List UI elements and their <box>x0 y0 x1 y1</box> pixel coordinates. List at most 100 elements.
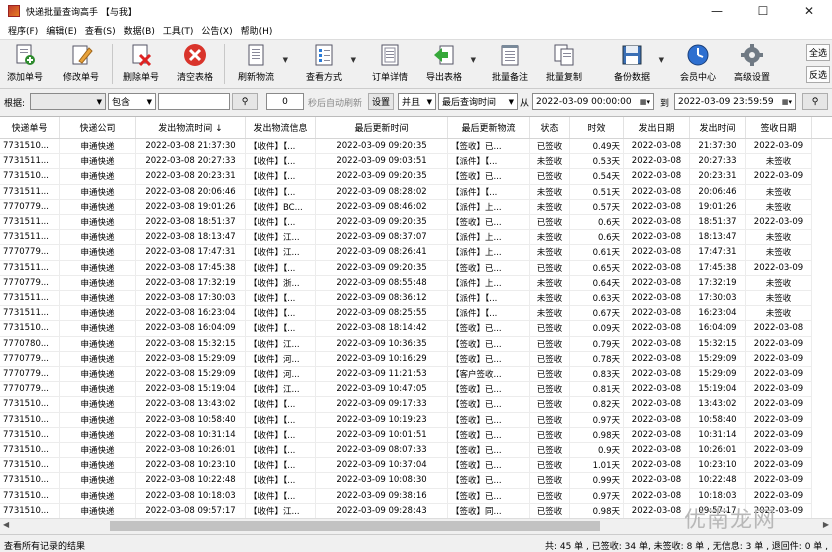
menu-program[interactable]: 程序(F) <box>4 24 42 37</box>
menu-notice[interactable]: 公告(X) <box>197 24 236 37</box>
scroll-right-icon[interactable]: ▶ <box>823 520 829 529</box>
table-row[interactable]: 7770780... 申通快递 2022-03-08 15:32:15 【收件】江..… <box>0 336 832 352</box>
column-header-tracking-number[interactable]: 快递单号 <box>0 117 60 138</box>
delete-number-button[interactable]: 删除单号 <box>120 42 162 86</box>
search-button[interactable]: ⚲ <box>232 93 258 110</box>
export-table-button[interactable]: 导出表格 ▼ <box>422 42 476 86</box>
menu-view[interactable]: 查看(S) <box>81 24 120 37</box>
column-header-status[interactable]: 状态 <box>530 117 570 138</box>
table-row[interactable]: 7731511... 申通快递 2022-03-08 20:27:33 【收件】【..… <box>0 154 832 170</box>
cell-duration: 0.49天 <box>570 139 624 155</box>
table-row[interactable]: 7731510... 申通快递 2022-03-08 13:43:02 【收件】【..… <box>0 397 832 413</box>
logic-select[interactable]: 并且 ▼ <box>398 93 436 110</box>
chevron-down-icon[interactable]: ▼ <box>659 56 664 64</box>
clear-table-label: 清空表格 <box>176 73 213 83</box>
maximize-button[interactable]: ☐ <box>740 0 786 22</box>
edit-number-button[interactable]: 修改单号 <box>60 42 102 86</box>
cell-courier: 申通快递 <box>60 336 136 352</box>
notepad-icon <box>497 42 523 68</box>
table-row[interactable]: 7731510... 申通快递 2022-03-08 10:58:40 【收件】【..… <box>0 412 832 428</box>
cell-sign-date: 2022-03-09 <box>746 260 812 276</box>
cell-duration: 0.97天 <box>570 412 624 428</box>
column-header-duration[interactable]: 时效 <box>570 117 624 138</box>
add-number-button[interactable]: 添加单号 <box>4 42 46 86</box>
export-table-label: 导出表格 <box>425 73 462 83</box>
cell-courier: 申通快递 <box>60 245 136 261</box>
backup-data-button[interactable]: 备份数据 ▼ <box>610 42 664 86</box>
date-search-button[interactable]: ⚲ <box>802 93 828 110</box>
delete-document-icon <box>128 42 154 68</box>
table-row[interactable]: 7770779... 申通快递 2022-03-08 15:19:04 【收件】江..… <box>0 382 832 398</box>
chevron-down-icon[interactable]: ▼ <box>351 56 356 64</box>
menu-tools[interactable]: 工具(T) <box>159 24 198 37</box>
column-header-last-update-info[interactable]: 最后更新物流 <box>448 117 530 138</box>
cell-ship-time: 2022-03-08 17:30:03 <box>136 291 246 307</box>
scrollbar-thumb[interactable] <box>110 521 600 531</box>
cell-tracking-number: 7770779... <box>0 245 60 261</box>
cell-sign-date: 2022-03-09 <box>746 458 812 474</box>
table-row[interactable]: 7731510... 申通快递 2022-03-08 10:22:48 【收件】【..… <box>0 473 832 489</box>
cell-ship-info: 【收件】浙... <box>246 275 316 291</box>
close-button[interactable]: ✕ <box>786 0 832 22</box>
match-mode-select[interactable]: 包含 ▼ <box>108 93 156 110</box>
refresh-interval-value: 0 <box>282 96 288 107</box>
table-row[interactable]: 7770779... 申通快递 2022-03-08 15:29:09 【收件】河..… <box>0 367 832 383</box>
filter-field-select[interactable]: ▼ <box>30 93 106 110</box>
column-header-courier[interactable]: 快递公司 <box>60 117 136 138</box>
batch-remark-label: 批量备注 <box>491 73 528 83</box>
table-row[interactable]: 7731511... 申通快递 2022-03-08 17:45:38 【收件】【..… <box>0 260 832 276</box>
table-row[interactable]: 7770779... 申通快递 2022-03-08 17:47:31 【收件】江..… <box>0 245 832 261</box>
column-header-sign-date[interactable]: 签收日期 <box>746 117 812 138</box>
column-header-ship-clock[interactable]: 发出时间 <box>690 117 746 138</box>
table-row[interactable]: 7731510... 申通快递 2022-03-08 10:31:14 【收件】【..… <box>0 427 832 443</box>
chevron-down-icon[interactable]: ▼ <box>471 56 476 64</box>
set-button[interactable]: 设置 <box>368 93 394 110</box>
table-row[interactable]: 7770779... 申通快递 2022-03-08 15:29:09 【收件】河..… <box>0 351 832 367</box>
table-row[interactable]: 7731511... 申通快递 2022-03-08 16:23:04 【收件】【..… <box>0 306 832 322</box>
batch-copy-button[interactable]: 批量复制 <box>542 42 586 86</box>
table-row[interactable]: 7731511... 申通快递 2022-03-08 17:30:03 【收件】【..… <box>0 291 832 307</box>
view-mode-button[interactable]: 查看方式 ▼ <box>302 42 356 86</box>
cell-ship-clock: 17:47:31 <box>690 245 746 261</box>
table-row[interactable]: 7731511... 申通快递 2022-03-08 18:51:37 【收件】【..… <box>0 215 832 231</box>
cell-last-update-info: 【派件】【... <box>448 291 530 307</box>
to-date-picker[interactable]: 2022-03-09 23:59:59 ▦▾ <box>674 93 796 110</box>
table-row[interactable]: 7731511... 申通快递 2022-03-08 18:13:47 【收件】江..… <box>0 230 832 246</box>
table-row[interactable]: 7731510... 申通快递 2022-03-08 21:37:30 【收件】【..… <box>0 139 832 155</box>
cell-ship-date: 2022-03-08 <box>624 260 690 276</box>
menu-edit[interactable]: 编辑(E) <box>42 24 81 37</box>
advanced-settings-button[interactable]: 高级设置 <box>730 42 774 86</box>
table-row[interactable]: 7731511... 申通快递 2022-03-08 20:06:46 【收件】【..… <box>0 184 832 200</box>
batch-remark-button[interactable]: 批量备注 <box>488 42 532 86</box>
date-field-select[interactable]: 最后查询时间 ▼ <box>438 93 518 110</box>
order-detail-button[interactable]: 订单详情 <box>368 42 412 86</box>
invert-selection-button[interactable]: 反选 <box>806 66 830 83</box>
cell-ship-clock: 15:29:09 <box>690 351 746 367</box>
clear-table-button[interactable]: 清空表格 <box>174 42 216 86</box>
column-header-ship-info[interactable]: 发出物流信息 <box>246 117 316 138</box>
table-row[interactable]: 7731510... 申通快递 2022-03-08 20:23:31 【收件】【..… <box>0 169 832 185</box>
keyword-input[interactable] <box>158 93 230 110</box>
table-row[interactable]: 7770779... 申通快递 2022-03-08 19:01:26 【收件】BC.… <box>0 199 832 215</box>
scroll-left-icon[interactable]: ◀ <box>3 520 9 529</box>
table-row[interactable]: 7731510... 申通快递 2022-03-08 10:23:10 【收件】【..… <box>0 458 832 474</box>
refresh-interval-input[interactable]: 0 <box>266 93 304 110</box>
logic-value: 并且 <box>402 98 421 108</box>
menu-data[interactable]: 数据(B) <box>120 24 159 37</box>
chevron-down-icon[interactable]: ▼ <box>283 56 288 64</box>
table-row[interactable]: 7731510... 申通快递 2022-03-08 10:26:01 【收件】【..… <box>0 443 832 459</box>
column-header-ship-date[interactable]: 发出日期 <box>624 117 690 138</box>
match-mode-value: 包含 <box>112 98 131 108</box>
menu-help[interactable]: 帮助(H) <box>237 24 277 37</box>
column-header-last-update-time[interactable]: 最后更新时间 <box>316 117 448 138</box>
member-center-button[interactable]: 会员中心 <box>676 42 720 86</box>
column-header-ship-time[interactable]: 发出物流时间 ↓ <box>136 117 246 138</box>
from-date-picker[interactable]: 2022-03-09 00:00:00 ▦▾ <box>532 93 654 110</box>
table-row[interactable]: 7770779... 申通快递 2022-03-08 17:32:19 【收件】浙..… <box>0 275 832 291</box>
select-all-button[interactable]: 全选 <box>806 44 830 61</box>
minimize-button[interactable]: — <box>694 0 740 22</box>
table-row[interactable]: 7731510... 申通快递 2022-03-08 16:04:09 【收件】【..… <box>0 321 832 337</box>
refresh-logistics-button[interactable]: 刷新物流 ▼ <box>234 42 288 86</box>
cell-tracking-number: 7731511... <box>0 154 60 170</box>
cell-sign-date: 未签收 <box>746 275 812 291</box>
